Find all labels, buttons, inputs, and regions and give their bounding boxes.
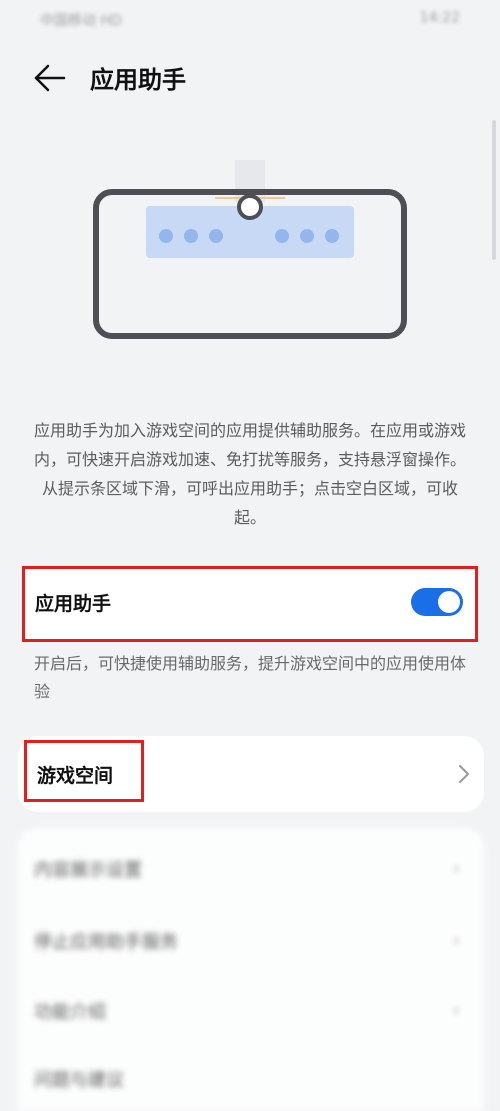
screen: 中国移动 HD 14:22 应用助手 应用助手为加入游戏空间的应用提供辅助服务。… — [0, 0, 500, 1111]
list-item-label: 停止应用助手服务 — [34, 932, 178, 953]
assistant-toggle-row[interactable]: 应用助手 — [22, 566, 478, 642]
title-bar: 应用助手 — [0, 50, 500, 106]
settings-list: 内容展示设置 › 停止应用助手服务 › 功能介绍 › 问题与建议 — [18, 828, 484, 1111]
feature-description: 应用助手为加入游戏空间的应用提供辅助服务。在应用或游戏内，可快速开启游戏加速、免… — [33, 421, 466, 527]
game-space-highlight: 游戏空间 — [24, 740, 144, 802]
list-item-label: 功能介绍 — [34, 1002, 106, 1023]
list-item-label: 内容展示设置 — [34, 860, 142, 881]
assistant-illustration — [90, 160, 410, 340]
scrollbar[interactable] — [492, 120, 496, 260]
list-item[interactable]: 功能介绍 › — [34, 988, 464, 1028]
toggle-description: 开启后，可快捷使用辅助服务，提升游戏空间中的应用使用体验 — [34, 654, 467, 701]
game-space-row[interactable]: 游戏空间 — [18, 736, 484, 812]
page-title: 应用助手 — [90, 66, 186, 94]
chevron-right-icon — [459, 765, 469, 783]
toggle-label: 应用助手 — [35, 593, 112, 615]
carrier-text: 中国移动 HD — [40, 13, 122, 29]
chevron-right-icon: › — [452, 1000, 460, 1021]
list-item[interactable]: 停止应用助手服务 › — [34, 918, 464, 958]
list-item-label: 问题与建议 — [34, 1070, 124, 1091]
clock-text: 14:22 — [419, 10, 460, 26]
toggle-knob — [438, 591, 460, 613]
list-item[interactable]: 内容展示设置 › — [34, 846, 464, 886]
game-space-label: 游戏空间 — [37, 765, 114, 787]
arrow-left-icon — [34, 64, 66, 92]
list-item[interactable]: 问题与建议 — [34, 1056, 464, 1096]
status-bar: 中国移动 HD 14:22 — [0, 0, 500, 40]
back-button[interactable] — [28, 58, 72, 98]
chevron-right-icon: › — [452, 930, 460, 951]
phone-illustration-icon — [93, 160, 407, 339]
assistant-toggle-switch[interactable] — [411, 588, 463, 616]
chevron-right-icon: › — [452, 858, 460, 879]
